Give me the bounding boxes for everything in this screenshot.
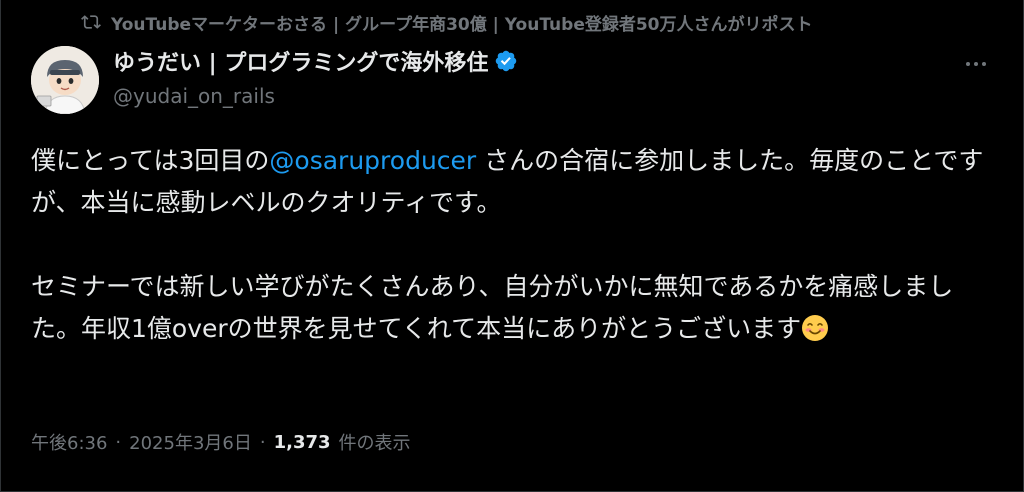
more-dot-icon bbox=[966, 62, 970, 66]
repost-text: YouTubeマーケターおさる | グループ年商30億 | YouTube登録者… bbox=[111, 14, 813, 35]
tweet-text-segment: 僕にとっては3回目の bbox=[31, 146, 270, 175]
tweet-paragraph-1: 僕にとっては3回目の@osaruproducer さんの合宿に参加しました。毎度… bbox=[31, 140, 1001, 224]
display-name-row: ゆうだい | プログラミングで海外移住 bbox=[113, 44, 518, 78]
tweet-meta: 午後6:36 · 2025年3月6日 · 1,373 件の表示 bbox=[31, 428, 411, 456]
repost-icon bbox=[81, 12, 101, 32]
more-dot-icon bbox=[974, 62, 978, 66]
verified-badge-icon[interactable] bbox=[494, 49, 518, 73]
display-name[interactable]: ゆうだい | プログラミングで海外移住 bbox=[113, 45, 488, 77]
tweet-paragraph-2: セミナーでは新しい学びがたくさんあり、自分がいかに無知であるかを痛感しました。年… bbox=[31, 266, 1001, 350]
views-count: 1,373 bbox=[273, 431, 331, 453]
author-block: ゆうだい | プログラミングで海外移住 @yudai_on_rails bbox=[113, 44, 518, 110]
author-handle[interactable]: @yudai_on_rails bbox=[113, 82, 518, 110]
views-label: 件の表示 bbox=[338, 433, 411, 454]
mention-link[interactable]: @osaruproducer bbox=[269, 146, 476, 175]
smiling-face-emoji-icon bbox=[801, 313, 829, 341]
tweet-text: 僕にとっては3回目の@osaruproducer さんの合宿に参加しました。毎度… bbox=[31, 140, 1001, 350]
repost-context[interactable]: YouTubeマーケターおさる | グループ年商30億 | YouTube登録者… bbox=[81, 6, 813, 38]
tweet-card[interactable]: YouTubeマーケターおさる | グループ年商30億 | YouTube登録者… bbox=[0, 0, 1024, 492]
tweet-time[interactable]: 午後6:36 bbox=[31, 429, 107, 455]
more-options-button[interactable] bbox=[959, 52, 993, 76]
avatar[interactable] bbox=[31, 46, 99, 114]
more-dot-icon bbox=[982, 62, 986, 66]
meta-separator: · bbox=[115, 431, 122, 453]
tweet-date[interactable]: 2025年3月6日 bbox=[129, 429, 252, 455]
meta-separator: · bbox=[259, 431, 266, 453]
